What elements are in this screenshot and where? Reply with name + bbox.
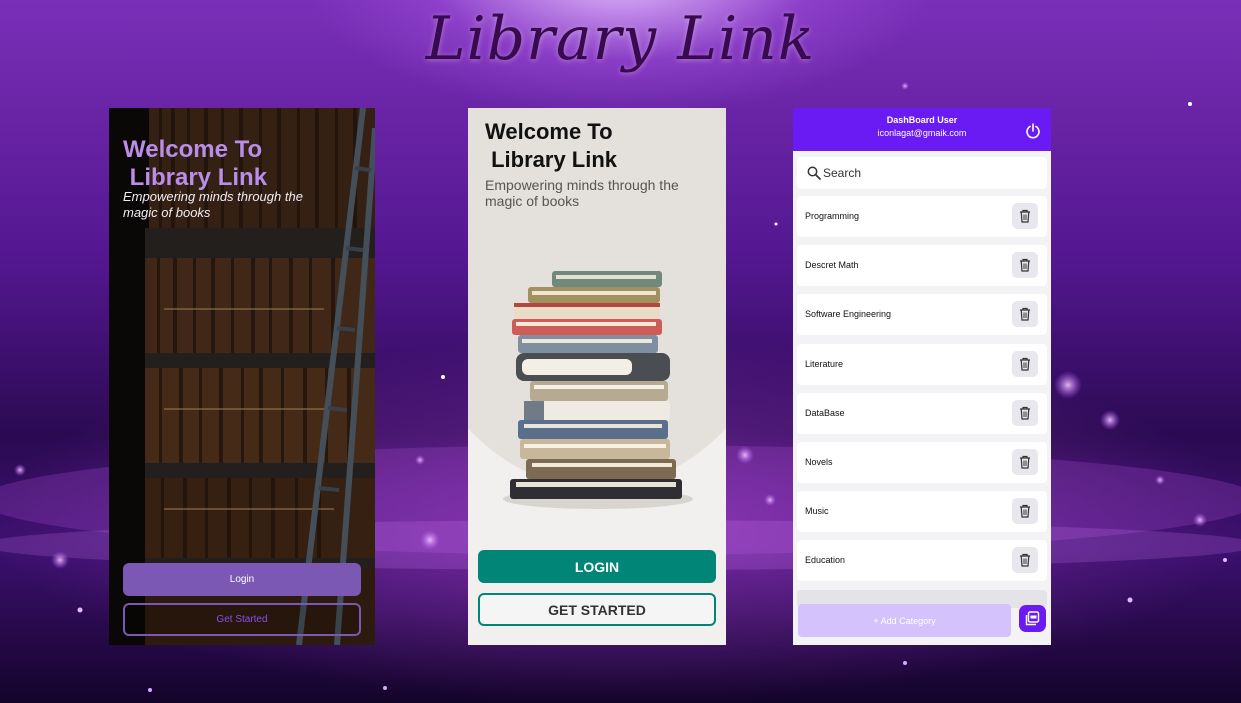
login-button[interactable]: LOGIN (478, 550, 716, 583)
add-pdf-icon (1025, 611, 1040, 626)
dashboard-screen: DashBoard User iconlagat@gmaik.com Progr… (793, 108, 1051, 645)
delete-button[interactable] (1012, 448, 1038, 475)
trash-icon (1020, 554, 1030, 567)
category-name: DataBase (805, 407, 845, 418)
trash-icon (1020, 209, 1030, 223)
list-item[interactable]: Novels (797, 441, 1047, 483)
welcome-title-line1: Welcome To (485, 119, 613, 144)
welcome-subtitle: Empowering minds through the magic of bo… (123, 189, 303, 220)
add-category-button[interactable]: + Add Category (798, 604, 1011, 637)
category-list: Programming Descret Math Software Engine… (797, 196, 1047, 616)
delete-button[interactable] (1012, 350, 1038, 377)
trash-icon (1020, 357, 1030, 371)
search-input[interactable] (823, 166, 1023, 180)
book-stack-illustration (503, 271, 693, 509)
user-title: DashBoard User (886, 115, 958, 125)
list-item[interactable]: Education (797, 540, 1047, 582)
delete-button[interactable] (1012, 399, 1038, 426)
user-email: iconlagat@gmaik.com (877, 128, 967, 138)
list-item[interactable]: Literature (797, 343, 1047, 385)
welcome-screen-light: Welcome To Library Link Empowering minds… (468, 108, 726, 645)
welcome-title-line1: Welcome To (123, 136, 263, 163)
brand-title: Library Link (425, 4, 816, 74)
delete-button[interactable] (1012, 203, 1038, 229)
category-name: Literature (805, 358, 844, 369)
delete-button[interactable] (1012, 498, 1038, 525)
search-icon (807, 166, 821, 180)
category-name: Music (805, 506, 829, 517)
get-started-button[interactable]: Get Started (123, 603, 361, 636)
delete-button[interactable] (1012, 301, 1038, 328)
category-name: Descret Math (805, 260, 859, 271)
welcome-screen-dark: Welcome To Library Link Empowering minds… (109, 108, 375, 645)
category-name: Novels (805, 456, 833, 467)
category-name: Software Engineering (805, 309, 892, 320)
list-item[interactable]: DataBase (797, 392, 1047, 434)
trash-icon (1020, 259, 1030, 272)
category-name: Programming (805, 211, 860, 221)
get-started-button[interactable]: GET STARTED (478, 593, 716, 626)
welcome-subtitle: Empowering minds through the magic of bo… (485, 177, 679, 209)
delete-button[interactable] (1012, 252, 1038, 279)
list-item[interactable]: Music (797, 491, 1047, 533)
welcome-title: Welcome To Library Link (485, 118, 705, 174)
trash-icon (1020, 406, 1030, 420)
welcome-title-line2: Library Link (485, 147, 618, 172)
welcome-title-line2: Library Link (123, 164, 268, 191)
trash-icon (1020, 455, 1030, 469)
delete-button[interactable] (1012, 547, 1038, 574)
search-bar[interactable] (797, 157, 1047, 189)
welcome-title: Welcome To Library Link (123, 136, 363, 192)
list-item[interactable]: Descret Math (797, 245, 1047, 287)
trash-icon (1020, 308, 1030, 321)
add-pdf-button[interactable] (1019, 605, 1046, 632)
power-icon[interactable] (1025, 123, 1041, 139)
dashboard-header: DashBoard User iconlagat@gmaik.com (793, 108, 1051, 151)
list-item[interactable]: Software Engineering (797, 294, 1047, 336)
login-button[interactable]: Login (123, 563, 361, 596)
category-name: Education (805, 555, 846, 566)
trash-icon (1020, 505, 1030, 518)
list-item[interactable]: Programming (797, 196, 1047, 237)
